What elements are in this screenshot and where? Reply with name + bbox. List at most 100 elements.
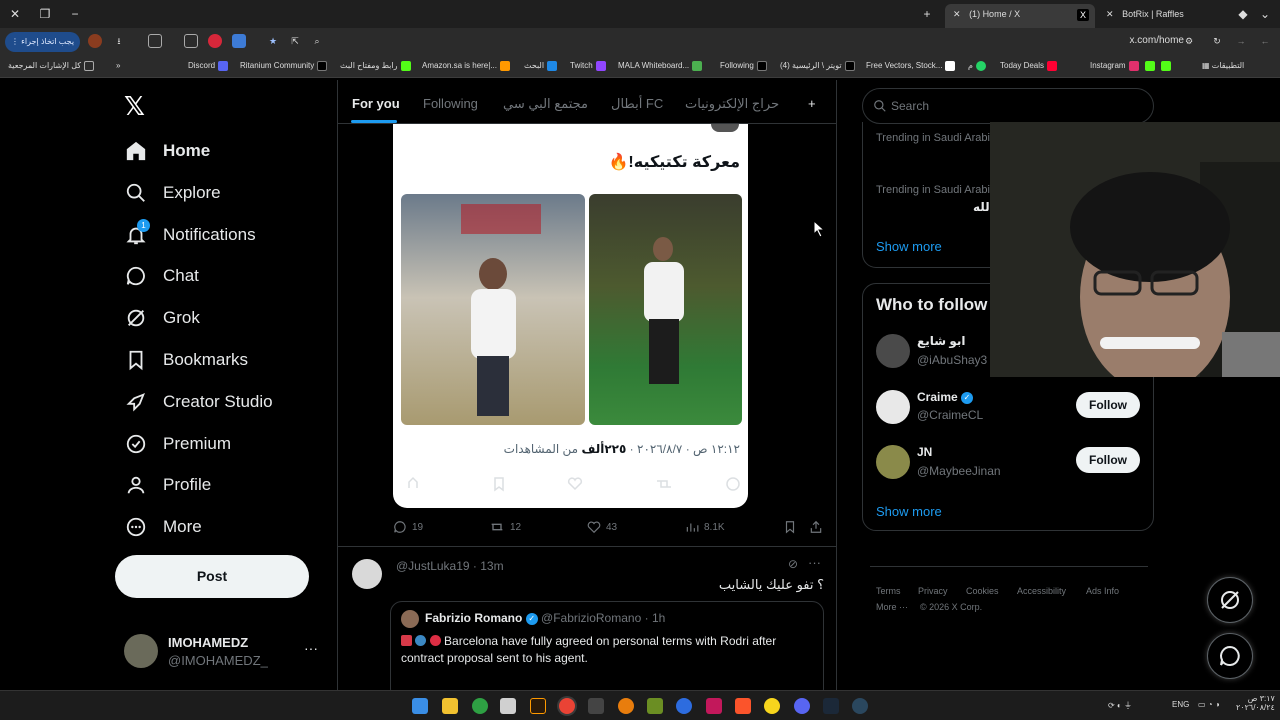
- steam-icon[interactable]: [823, 698, 839, 714]
- messages-float-button[interactable]: [1207, 633, 1253, 679]
- calculator-icon[interactable]: [588, 698, 604, 714]
- file-explorer-icon[interactable]: [442, 698, 458, 714]
- bookmark-instagram[interactable]: Instagram: [1090, 61, 1174, 71]
- footer-link[interactable]: Terms: [876, 586, 901, 596]
- more-dots-icon[interactable]: ···: [304, 640, 318, 656]
- footer-link[interactable]: Accessibility: [1017, 586, 1066, 596]
- app-icon[interactable]: [706, 698, 722, 714]
- tab-community-pc[interactable]: مجتمع البي سي: [503, 96, 588, 112]
- minimize-window-icon[interactable]: −: [66, 5, 84, 23]
- more-dots-icon[interactable]: ···: [808, 555, 821, 570]
- footer-link[interactable]: More ···: [876, 602, 908, 612]
- grok-icon[interactable]: ⊘: [788, 557, 798, 571]
- quoted-tweet[interactable]: Fabrizio Romano ✓ @FabrizioRomano · 1h B…: [390, 601, 824, 701]
- bookmark-apps[interactable]: ▦ التطبيقات: [1202, 61, 1244, 70]
- download-icon[interactable]: ⭳: [112, 34, 126, 48]
- zoom-icon[interactable]: ⌕: [310, 34, 324, 48]
- follow-button[interactable]: Follow: [1076, 392, 1140, 418]
- new-tab-icon[interactable]: +: [918, 5, 936, 23]
- app-icon[interactable]: [676, 698, 692, 714]
- app-icon[interactable]: [764, 698, 780, 714]
- sidebar-item-grok[interactable]: Grok: [124, 303, 200, 333]
- repost-button[interactable]: 12: [489, 520, 521, 534]
- bookmark-mala[interactable]: MALA Whiteboard...: [618, 61, 705, 71]
- sidebar-item-bookmarks[interactable]: Bookmarks: [124, 345, 248, 375]
- embedded-tweet-card[interactable]: معركة تكتيكيه!🔥 ١٢:١٢ ص · ٢٠٢٦/٨/٧ · ٢٢٥…: [393, 124, 748, 508]
- bookmark-following[interactable]: Following: [720, 61, 770, 71]
- illustrator-icon[interactable]: [530, 698, 546, 714]
- language-indicator[interactable]: ENG: [1172, 700, 1189, 709]
- suggestion-name[interactable]: ابو شايع: [917, 334, 966, 348]
- grok-float-button[interactable]: [1207, 577, 1253, 623]
- bookmark-ritanium[interactable]: Ritanium Community: [240, 61, 330, 71]
- system-tray-icons[interactable]: ⟳ ◐ ⏚: [1108, 700, 1132, 711]
- extension-icon[interactable]: [148, 34, 162, 48]
- extension-icon[interactable]: [184, 34, 198, 48]
- sidebar-item-profile[interactable]: Profile: [124, 470, 211, 500]
- sidebar-item-premium[interactable]: Premium: [124, 429, 231, 459]
- extension-icon[interactable]: [232, 34, 246, 48]
- restore-window-icon[interactable]: ❐: [36, 5, 54, 23]
- follow-button[interactable]: Follow: [1076, 447, 1140, 473]
- bookmark-whatsapp[interactable]: م: [968, 61, 989, 71]
- app-icon[interactable]: [647, 698, 663, 714]
- tweet-photo-right[interactable]: [589, 194, 742, 425]
- share-button[interactable]: [809, 520, 823, 534]
- tab-x-home[interactable]: ✕ (1) Home / X X: [945, 4, 1095, 28]
- steam-icon[interactable]: [852, 698, 868, 714]
- sidebar-item-chat[interactable]: Chat: [124, 261, 199, 291]
- suggestion-name[interactable]: JN: [917, 445, 932, 459]
- tweet-photo-left[interactable]: [401, 194, 585, 425]
- bookmark-freepik[interactable]: Free Vectors, Stock...: [866, 61, 958, 71]
- show-more-link[interactable]: Show more: [876, 239, 942, 254]
- suggestion-name[interactable]: Craime ✓: [917, 390, 974, 404]
- bookmark-today-deals[interactable]: Today Deals: [1000, 61, 1060, 71]
- bookmark-discord[interactable]: Discord: [188, 61, 231, 71]
- add-tab-icon[interactable]: +: [808, 96, 816, 111]
- bookmark-button[interactable]: [783, 520, 797, 534]
- bookmark-stream-key[interactable]: رابط ومفتاح البث: [340, 61, 414, 71]
- bookmark-twitter-home[interactable]: (4) تويتر \ الرئيسية: [780, 61, 858, 71]
- sidebar-item-home[interactable]: Home: [124, 136, 210, 166]
- start-menu-icon[interactable]: [412, 698, 428, 714]
- footer-link[interactable]: Cookies: [966, 586, 999, 596]
- extension-icon[interactable]: [208, 34, 222, 48]
- reload-icon[interactable]: ↻: [1210, 34, 1224, 48]
- reply-button[interactable]: 19: [393, 520, 423, 534]
- tab-community-electronics[interactable]: حراج الإلكترونيات: [685, 96, 779, 112]
- show-more-link[interactable]: Show more: [876, 504, 942, 519]
- tab-search-icon[interactable]: ⌄: [1256, 5, 1274, 23]
- discord-icon[interactable]: [794, 698, 810, 714]
- bookmark-amazon[interactable]: Amazon.sa is here|...: [422, 61, 513, 71]
- update-button[interactable]: ⋮ يجب اتخاذ إجراء: [5, 32, 80, 52]
- tab-close-icon[interactable]: ✕: [1106, 9, 1114, 19]
- network-volume-icons[interactable]: ▭ ◔ ◑: [1198, 700, 1220, 709]
- site-settings-icon[interactable]: ⚙: [1182, 34, 1196, 48]
- url-field[interactable]: x.com/home: [1130, 35, 1184, 46]
- sidebar-item-explore[interactable]: Explore: [124, 178, 221, 208]
- chrome-icon[interactable]: [559, 698, 575, 714]
- extension-icon[interactable]: [88, 34, 102, 48]
- tab-following[interactable]: Following: [423, 96, 478, 111]
- close-window-icon[interactable]: ✕: [6, 5, 24, 23]
- sidebar-item-notifications[interactable]: 1 Notifications: [124, 219, 256, 250]
- share-icon[interactable]: ⇱: [288, 34, 302, 48]
- bookmark-star-icon[interactable]: ★: [266, 34, 280, 48]
- tweet[interactable]: @JustLuka19 · 13m ⊘ ··· ؟ تفو عليك يالشا…: [338, 546, 836, 701]
- back-icon[interactable]: ←: [1258, 34, 1272, 48]
- sidebar-item-creator-studio[interactable]: Creator Studio: [124, 387, 273, 417]
- bookmark-all[interactable]: كل الإشارات المرجعية: [8, 61, 97, 71]
- tweet-handle[interactable]: @JustLuka19: [396, 559, 470, 573]
- sidebar-item-more[interactable]: More: [124, 512, 202, 542]
- bookmark-search[interactable]: البحث: [524, 61, 560, 71]
- views-button[interactable]: 8.1K: [685, 520, 725, 534]
- edge-icon[interactable]: [472, 698, 488, 714]
- tab-botrix[interactable]: ✕ BotRix | Raffles: [1098, 4, 1228, 28]
- post-button[interactable]: Post: [115, 555, 309, 598]
- search-input[interactable]: Search: [862, 88, 1154, 124]
- bookmark-twitch[interactable]: Twitch: [570, 61, 609, 71]
- forward-icon[interactable]: →: [1234, 34, 1248, 48]
- footer-link[interactable]: Ads Info: [1086, 586, 1119, 596]
- tab-close-icon[interactable]: ✕: [953, 9, 961, 19]
- clock[interactable]: ٣:١٧ ص ٢٠٢٦/٠٨/٢٤: [1236, 694, 1275, 712]
